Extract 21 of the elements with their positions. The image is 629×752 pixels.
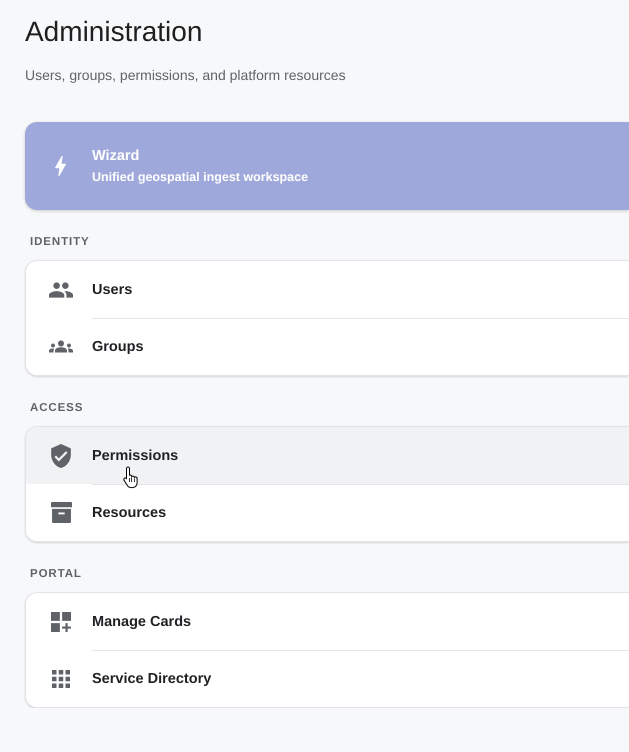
wizard-title: Wizard [92,147,140,166]
apps-grid-icon [52,670,70,688]
page-title: Administration [25,15,204,49]
hand-cursor-icon [122,466,139,489]
nav-item[interactable]: Permissions [26,427,629,484]
lightning-bolt-icon [54,156,66,176]
shield-check-icon [51,444,71,468]
group-icon [49,340,73,353]
wizard-description: Unified geospatial ingest workspace [92,169,308,186]
nav-item[interactable]: Groups [26,318,629,375]
archive-box-icon [50,502,72,523]
section-label: IDENTITY [30,235,91,250]
section-label: ACCESS [30,401,84,416]
nav-item[interactable]: Users [26,261,629,318]
nav-item[interactable]: Resources [26,484,629,541]
nav-item[interactable]: Manage Cards [26,593,629,650]
section-label: PORTAL [30,567,83,582]
page-subtitle: Users, groups, permissions, and platform resources [25,66,347,85]
grid-plus-icon [51,612,71,632]
nav-item[interactable]: Service Directory [26,650,629,707]
people-icon [49,282,73,298]
